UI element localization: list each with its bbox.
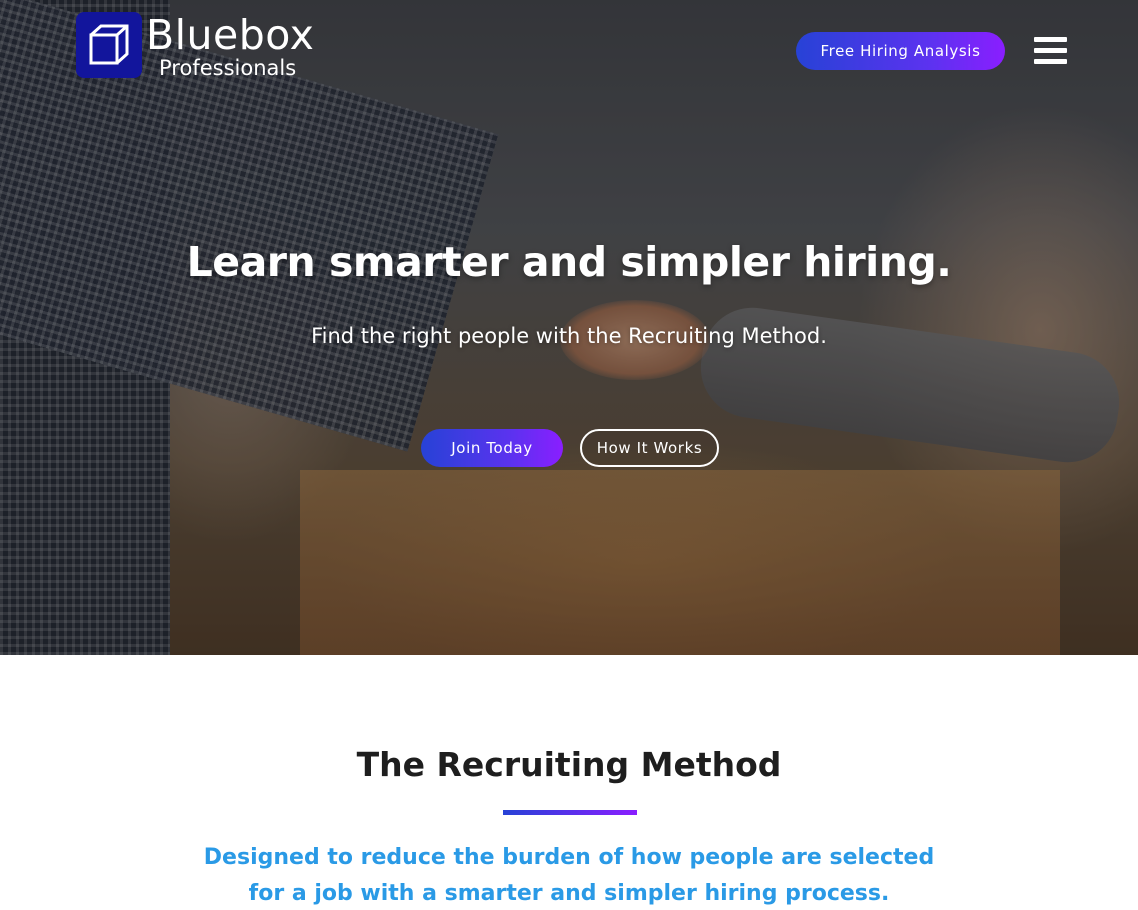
hero-title: Learn smarter and simpler hiring. (186, 238, 952, 286)
section-description-line: Designed to reduce the burden of how peo… (203, 845, 935, 870)
menu-bar (1034, 59, 1067, 64)
cube-icon (76, 12, 142, 78)
join-today-button[interactable]: Join Today (421, 429, 563, 467)
menu-bar (1034, 48, 1067, 53)
free-hiring-analysis-button[interactable]: Free Hiring Analysis (796, 32, 1005, 70)
brand-subtitle: Professionals (159, 56, 297, 80)
section-description-line: for a job with a smarter and simpler hir… (248, 881, 890, 906)
section-title: The Recruiting Method (356, 745, 782, 784)
how-it-works-button[interactable]: How It Works (580, 429, 719, 467)
brand-text: Bluebox Professionals (146, 12, 314, 79)
hamburger-menu-icon[interactable] (1034, 37, 1067, 65)
section-description: Designed to reduce the burden of how peo… (0, 840, 1138, 910)
brand-logo[interactable]: Bluebox Professionals (76, 12, 314, 79)
menu-bar (1034, 37, 1067, 42)
hero-subtitle: Find the right people with the Recruitin… (311, 324, 827, 348)
brand-name: Bluebox (146, 11, 315, 59)
section-divider (503, 810, 637, 815)
